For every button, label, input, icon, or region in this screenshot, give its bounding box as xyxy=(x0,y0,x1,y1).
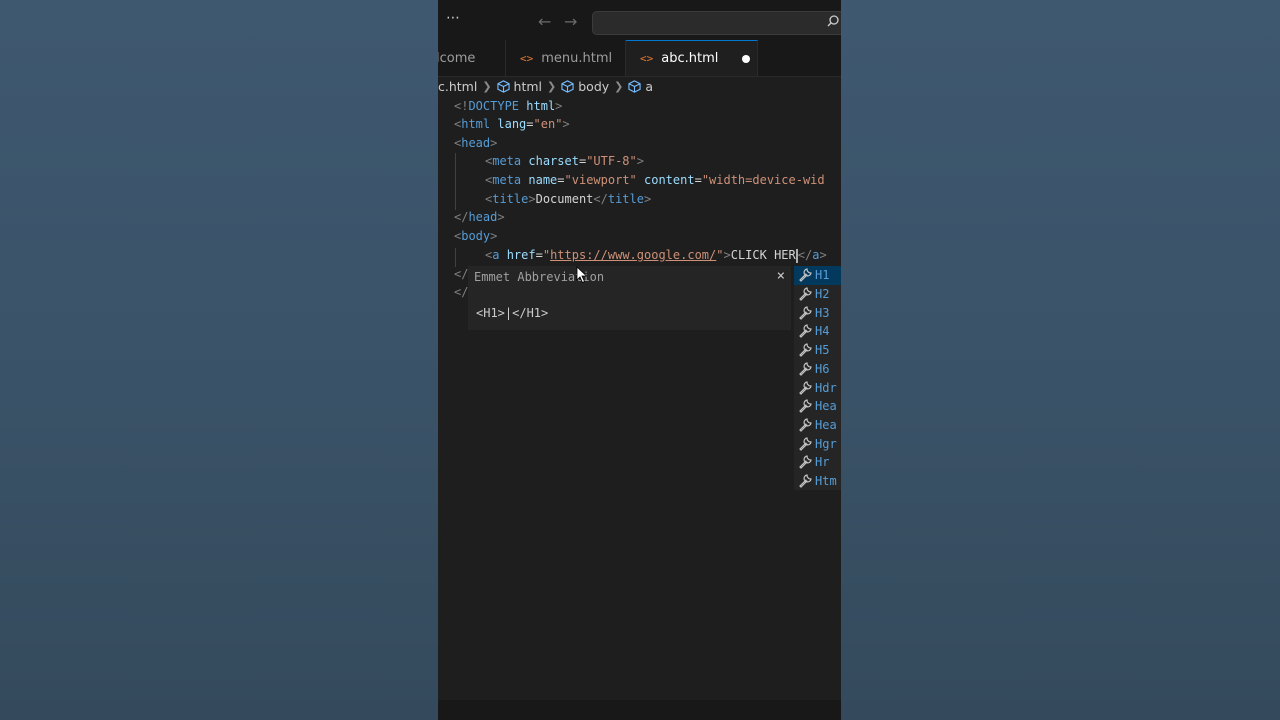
back-arrow-icon[interactable]: ← xyxy=(538,12,551,31)
breadcrumb: c.html ❯ html ❯ body ❯ a xyxy=(438,76,841,96)
phone-screen: ⋯ ← → lcome <> menu.html <> abc.html c.h… xyxy=(438,0,841,720)
suggestion-item[interactable]: Hgr xyxy=(794,434,841,453)
tab-label: menu.html xyxy=(541,50,613,66)
wrench-icon xyxy=(799,324,812,339)
code-line[interactable]: <meta charset="UTF-8"> xyxy=(485,152,644,171)
unsaved-changes-dot[interactable] xyxy=(742,54,751,63)
code-line[interactable]: <html lang="en"> xyxy=(454,115,570,134)
code-line[interactable]: </ xyxy=(454,283,468,302)
suggestion-item[interactable]: H3 xyxy=(794,303,841,322)
suggestion-item[interactable]: H2 xyxy=(794,285,841,304)
code-line[interactable]: <head> xyxy=(454,134,497,153)
wrench-icon xyxy=(799,474,812,488)
more-actions-icon[interactable]: ⋯ xyxy=(446,10,461,26)
suggestion-item[interactable]: Hea xyxy=(794,397,841,416)
cube-icon xyxy=(496,79,510,93)
code-line[interactable]: <meta name="viewport" content="width=dev… xyxy=(485,171,825,190)
chevron-right-icon: ❯ xyxy=(547,79,557,93)
breadcrumb-item-a[interactable]: a xyxy=(645,79,653,94)
cube-icon xyxy=(561,79,574,93)
tab-menu-html[interactable]: <> menu.html xyxy=(506,40,626,76)
wrench-icon xyxy=(799,418,812,432)
code-line[interactable]: <body> xyxy=(454,227,497,246)
breadcrumb-item-html[interactable]: html xyxy=(514,79,542,94)
suggestion-item[interactable]: Hdr xyxy=(794,378,841,397)
suggestion-item[interactable]: H5 xyxy=(794,341,841,360)
wrench-icon xyxy=(799,306,812,320)
emmet-abbreviation-popup: Emmet Abbreviation × <H1>|</H1> xyxy=(468,266,791,330)
html-file-icon: <> xyxy=(640,52,654,65)
title-bar: ⋯ ← → xyxy=(438,0,841,44)
suggestion-item[interactable]: H4 xyxy=(794,322,841,341)
editor-tab-bar: lcome <> menu.html <> abc.html xyxy=(438,40,841,77)
code-line-active[interactable]: <a href="https://www.google.com/">CLICK … xyxy=(485,246,827,265)
mouse-pointer-icon xyxy=(576,266,588,284)
wrench-icon xyxy=(799,455,812,470)
code-line[interactable]: </head> xyxy=(454,208,505,227)
code-line[interactable]: <!DOCTYPE html> xyxy=(454,97,562,116)
code-line[interactable]: </ xyxy=(454,265,468,284)
suggestion-item[interactable]: H1 xyxy=(794,266,841,285)
chevron-right-icon: ❯ xyxy=(482,79,492,93)
html-file-icon: <> xyxy=(520,51,534,65)
code-line[interactable]: <title>Document</title> xyxy=(485,190,651,209)
emmet-preview-text: <H1>|</H1> xyxy=(476,306,549,320)
suggestion-item[interactable]: Htm xyxy=(794,472,841,491)
wrench-icon xyxy=(799,399,812,414)
tab-label: lcome xyxy=(438,50,476,66)
cube-icon xyxy=(628,79,642,93)
status-bar xyxy=(438,700,841,720)
wrench-icon xyxy=(799,436,812,451)
breadcrumb-item-body[interactable]: body xyxy=(578,79,609,94)
close-icon[interactable]: × xyxy=(777,268,785,284)
suggestion-list: H1 H2 H3 H4 H5 H6 Hdr Hea Hea Hgr Hr Htm xyxy=(794,266,841,490)
tab-label: abc.html xyxy=(661,51,719,66)
suggestion-item[interactable]: H6 xyxy=(794,360,841,379)
wrench-icon xyxy=(799,362,812,376)
tab-abc-html[interactable]: <> abc.html xyxy=(626,40,758,76)
indent-guide xyxy=(455,153,456,210)
code-editor[interactable]: <!DOCTYPE html> <html lang="en"> <head> … xyxy=(438,96,841,700)
suggestion-item[interactable]: Hea xyxy=(794,416,841,435)
wrench-icon xyxy=(799,343,812,357)
command-search-input[interactable] xyxy=(592,11,841,35)
wrench-icon xyxy=(799,268,812,283)
search-icon xyxy=(827,15,839,27)
forward-arrow-icon[interactable]: → xyxy=(564,12,577,31)
breadcrumb-item-file[interactable]: c.html xyxy=(438,79,477,94)
wrench-icon xyxy=(799,380,812,395)
chevron-right-icon: ❯ xyxy=(614,79,624,93)
link-url[interactable]: https://www.google.com/ xyxy=(550,248,716,262)
tab-welcome[interactable]: lcome xyxy=(438,40,506,76)
suggestion-item[interactable]: Hr xyxy=(794,453,841,472)
wrench-icon xyxy=(799,287,812,301)
